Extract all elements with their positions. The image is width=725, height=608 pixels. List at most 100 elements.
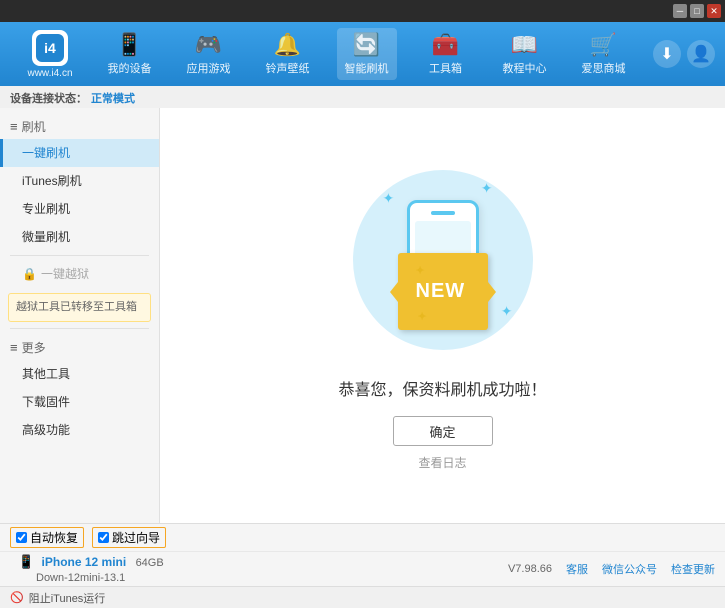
pro-flash-label: 专业刷机	[22, 202, 70, 216]
nav-appgame-icon: 🎮	[195, 32, 222, 58]
nav-tutorial-label: 教程中心	[503, 60, 547, 76]
connection-value: 正常模式	[91, 90, 135, 106]
nav-toolbox-icon: 🧰	[432, 32, 459, 58]
user-button[interactable]: 👤	[687, 40, 715, 68]
connection-status-bar: 设备连接状态： 正常模式	[0, 86, 725, 108]
lock-icon: 🔒	[22, 267, 37, 281]
device-name: iPhone 12 mini	[42, 555, 127, 569]
sidebar-item-download-firmware[interactable]: 下载固件	[0, 388, 159, 416]
support-link[interactable]: 客服	[566, 561, 588, 577]
check-update-link[interactable]: 检查更新	[671, 561, 715, 577]
nav-tutorial[interactable]: 📖 教程中心	[495, 28, 555, 80]
close-button[interactable]: ✕	[707, 4, 721, 18]
micro-flash-label: 微量刷机	[22, 230, 70, 244]
download-firmware-label: 下载固件	[22, 395, 70, 409]
sidebar-notice: 越狱工具已转移至工具箱	[8, 293, 151, 322]
connection-label: 设备连接状态：	[10, 90, 87, 106]
auto-restore-label: 自动恢复	[30, 529, 78, 546]
phone-speaker	[431, 211, 455, 215]
nav-app-game[interactable]: 🎮 应用游戏	[179, 28, 239, 80]
version-label: V7.98.66	[508, 563, 552, 575]
itunes-icon: 🚫	[10, 591, 24, 604]
device-info-bar: 📱 iPhone 12 mini 64GB Down-12mini-13.1 V…	[0, 551, 725, 586]
nav-bar: 📱 我的设备 🎮 应用游戏 🔔 铃声壁纸 🔄 智能刷机 🧰 工具箱 📖 教程中心…	[90, 28, 643, 80]
confirm-button[interactable]: 确定	[393, 416, 493, 446]
phone-icon: 📱	[18, 554, 34, 569]
nav-store[interactable]: 🛒 爱思商城	[574, 28, 634, 80]
sidebar-item-pro-flash[interactable]: 专业刷机	[0, 195, 159, 223]
titlebar: ─ □ ✕	[0, 0, 725, 22]
nav-mydevice-label: 我的设备	[108, 60, 152, 76]
more-section-icon: ≡	[10, 340, 18, 355]
stop-itunes-label: 阻止iTunes运行	[29, 590, 106, 606]
flash-section-label: 刷机	[22, 118, 46, 135]
advanced-label: 高级功能	[22, 423, 70, 437]
sidebar-locked-jailbreak: 🔒 一键越狱	[0, 260, 159, 287]
sidebar-section-flash: ≡ 刷机	[0, 112, 159, 139]
phone-illustration: ✦ ✦ ✦ ✦ NEW ✦	[343, 160, 543, 360]
nav-ringtone[interactable]: 🔔 铃声壁纸	[258, 28, 318, 80]
nav-smart-flash[interactable]: 🔄 智能刷机	[337, 28, 397, 80]
sidebar-item-micro-flash[interactable]: 微量刷机	[0, 223, 159, 251]
maximize-button[interactable]: □	[690, 4, 704, 18]
other-tools-label: 其他工具	[22, 367, 70, 381]
new-badge: ✦ NEW ✦	[398, 253, 488, 330]
skip-wizard-label: 跳过向导	[112, 529, 160, 546]
auto-restore-checkbox[interactable]	[16, 532, 27, 543]
nav-smartflash-label: 智能刷机	[345, 60, 389, 76]
logo[interactable]: i4 www.i4.cn	[10, 30, 90, 79]
sidebar: ≡ 刷机 一键刷机 iTunes刷机 专业刷机 微量刷机 🔒 一键越狱 越狱工具…	[0, 108, 160, 523]
sidebar-divider-2	[10, 328, 149, 329]
logo-icon: i4	[32, 30, 68, 66]
stop-itunes-bar[interactable]: 🚫 阻止iTunes运行	[0, 586, 725, 608]
nav-ringtone-label: 铃声壁纸	[266, 60, 310, 76]
sidebar-item-itunes-flash[interactable]: iTunes刷机	[0, 167, 159, 195]
success-message: 恭喜您，保资料刷机成功啦！	[338, 376, 546, 400]
header: i4 www.i4.cn 📱 我的设备 🎮 应用游戏 🔔 铃声壁纸 🔄 智能刷机…	[0, 22, 725, 86]
notice-text: 越狱工具已转移至工具箱	[16, 301, 137, 313]
skip-wizard-checkbox-item[interactable]: 跳过向导	[92, 527, 166, 548]
bottom-bar: 自动恢复 跳过向导	[0, 523, 725, 551]
nav-toolbox-label: 工具箱	[429, 60, 462, 76]
sparkle-icon-3: ✦	[501, 303, 513, 320]
minimize-button[interactable]: ─	[673, 4, 687, 18]
device-info: 📱 iPhone 12 mini 64GB Down-12mini-13.1	[18, 554, 164, 584]
sparkle-icon-2: ✦	[481, 180, 493, 197]
sidebar-divider-1	[10, 255, 149, 256]
auto-restore-checkbox-item[interactable]: 自动恢复	[10, 527, 84, 548]
new-badge-text: NEW	[416, 280, 466, 302]
nav-appgame-label: 应用游戏	[187, 60, 231, 76]
nav-tutorial-icon: 📖	[511, 32, 538, 58]
flash-section-icon: ≡	[10, 119, 18, 134]
sidebar-item-onekey-flash[interactable]: 一键刷机	[0, 139, 159, 167]
bottom-left-section: 自动恢复 跳过向导	[10, 527, 715, 548]
main-area: ≡ 刷机 一键刷机 iTunes刷机 专业刷机 微量刷机 🔒 一键越狱 越狱工具…	[0, 108, 725, 523]
device-storage: 64GB	[136, 557, 164, 569]
sidebar-item-advanced[interactable]: 高级功能	[0, 416, 159, 444]
nav-ringtone-icon: 🔔	[274, 32, 301, 58]
skip-wizard-checkbox[interactable]	[98, 532, 109, 543]
header-right-actions: ⬇ 👤	[653, 40, 715, 68]
sidebar-section-more: ≡ 更多	[0, 333, 159, 360]
wechat-link[interactable]: 微信公众号	[602, 561, 657, 577]
nav-smartflash-icon: 🔄	[353, 32, 380, 58]
bottom-right-links: V7.98.66 客服 微信公众号 检查更新	[508, 561, 715, 577]
view-log-link[interactable]: 查看日志	[418, 454, 466, 471]
sidebar-item-other-tools[interactable]: 其他工具	[0, 360, 159, 388]
nav-mydevice-icon: 📱	[116, 32, 143, 58]
sparkle-icon-1: ✦	[383, 190, 395, 207]
nav-store-icon: 🛒	[590, 32, 617, 58]
phone-circle-background: ✦ ✦ ✦ ✦ NEW ✦	[353, 170, 533, 350]
locked-jailbreak-label: 一键越狱	[41, 265, 89, 282]
device-model: Down-12mini-13.1	[18, 572, 125, 584]
more-section-label: 更多	[22, 339, 46, 356]
itunes-flash-label: iTunes刷机	[22, 174, 82, 188]
star-left-icon: ✦	[416, 265, 426, 277]
nav-toolbox[interactable]: 🧰 工具箱	[416, 28, 476, 80]
download-button[interactable]: ⬇	[653, 40, 681, 68]
logo-text: www.i4.cn	[27, 68, 72, 79]
logo-inner: i4	[36, 34, 64, 62]
main-content: ✦ ✦ ✦ ✦ NEW ✦ 恭喜您，保资料刷机成功啦！ 确定 查看日志	[160, 108, 725, 523]
star-right-icon: ✦	[418, 311, 428, 323]
nav-my-device[interactable]: 📱 我的设备	[100, 28, 160, 80]
